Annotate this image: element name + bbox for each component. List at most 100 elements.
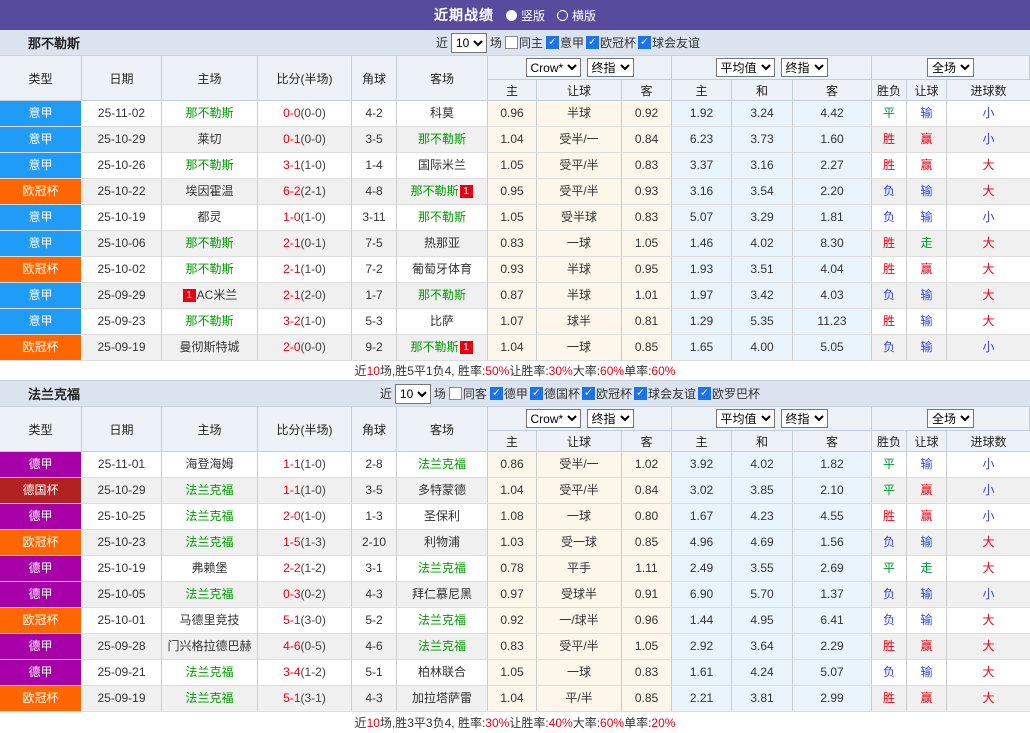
- league-filter-checkbox[interactable]: ✓ 球会友谊: [637, 34, 700, 51]
- checkbox-checked-icon[interactable]: ✓: [489, 387, 503, 400]
- bookmaker-select[interactable]: Crow*: [525, 58, 581, 77]
- same-venue-checkbox[interactable]: 同主: [504, 34, 543, 51]
- league-filter-checkbox[interactable]: ✓ 欧冠杯: [585, 34, 636, 51]
- average-select[interactable]: 平均值: [715, 58, 775, 77]
- radio-horizontal-icon[interactable]: [557, 9, 568, 21]
- checkbox-checked-icon[interactable]: ✓: [637, 36, 651, 49]
- away-team[interactable]: 法兰克福: [418, 639, 466, 653]
- home-team[interactable]: 都灵: [197, 210, 221, 224]
- away-team[interactable]: 柏林联合: [418, 665, 466, 679]
- home-team[interactable]: AC米兰: [197, 288, 238, 302]
- home-team[interactable]: 马德里竞技: [179, 613, 239, 627]
- home-team[interactable]: 海登海姆: [185, 457, 233, 471]
- average-stage-select[interactable]: 终指: [780, 58, 828, 77]
- avg-home-odds: 1.67: [672, 504, 732, 530]
- away-odds: 0.93: [622, 179, 672, 205]
- checkbox-checked-icon[interactable]: ✓: [633, 387, 647, 400]
- radio-vertical-label[interactable]: 竖版: [521, 7, 545, 24]
- period-select[interactable]: 全场: [927, 409, 974, 428]
- average-stage-select[interactable]: 终指: [780, 409, 828, 428]
- halftime-score: (1-0): [300, 314, 326, 328]
- home-odds: 1.07: [488, 309, 537, 335]
- away-team[interactable]: 那不勒斯: [418, 132, 466, 146]
- same-venue-checkbox[interactable]: 同客: [448, 385, 487, 402]
- home-team[interactable]: 那不勒斯: [185, 314, 233, 328]
- result-outcome: 负: [872, 283, 907, 309]
- home-team[interactable]: 那不勒斯: [185, 262, 233, 276]
- away-odds: 0.84: [622, 478, 672, 504]
- home-team[interactable]: 法兰克福: [185, 665, 233, 679]
- league-filter-checkbox[interactable]: ✓ 球会友谊: [633, 385, 696, 402]
- radio-vertical-icon[interactable]: [505, 9, 517, 21]
- away-team[interactable]: 葡萄牙体育: [412, 262, 472, 276]
- home-team[interactable]: 埃因霍温: [185, 184, 233, 198]
- away-team[interactable]: 法兰克福: [418, 457, 466, 471]
- away-team[interactable]: 多特蒙德: [418, 483, 466, 497]
- home-team[interactable]: 莱切: [197, 132, 221, 146]
- home-team[interactable]: 法兰克福: [185, 587, 233, 601]
- odds-stage-select[interactable]: 终指: [586, 409, 634, 428]
- league-filter-label: 德甲: [503, 387, 528, 401]
- home-team[interactable]: 曼彻斯特城: [179, 340, 239, 354]
- away-team[interactable]: 科莫: [430, 106, 454, 120]
- home-team-cell: 莱切: [162, 127, 258, 153]
- home-team[interactable]: 那不勒斯: [185, 106, 233, 120]
- home-team[interactable]: 法兰克福: [185, 535, 233, 549]
- away-team[interactable]: 那不勒斯: [410, 340, 458, 354]
- league-filter-checkbox[interactable]: ✓ 德国杯: [529, 385, 580, 402]
- period-select[interactable]: 全场: [927, 58, 974, 77]
- checkbox-unchecked-icon[interactable]: [448, 387, 462, 400]
- match-count-select[interactable]: 10: [450, 32, 487, 53]
- checkbox-checked-icon[interactable]: ✓: [697, 387, 711, 400]
- radio-horizontal-label[interactable]: 横版: [572, 7, 596, 24]
- away-team[interactable]: 比萨: [430, 314, 454, 328]
- home-team-cell: 都灵: [162, 205, 258, 231]
- league-filter-checkbox[interactable]: ✓ 欧冠杯: [581, 385, 632, 402]
- match-score: 5-1(3-1): [258, 686, 352, 712]
- away-team[interactable]: 法兰克福: [418, 561, 466, 575]
- home-team[interactable]: 法兰克福: [185, 509, 233, 523]
- checkbox-unchecked-icon[interactable]: [504, 36, 518, 49]
- checkbox-checked-icon[interactable]: ✓: [529, 387, 543, 400]
- away-team[interactable]: 加拉塔萨雷: [412, 691, 472, 705]
- away-team[interactable]: 那不勒斯: [410, 184, 458, 198]
- league-filter-checkbox[interactable]: ✓ 德甲: [489, 385, 528, 402]
- layout-option-horizontal[interactable]: 横版: [557, 7, 596, 24]
- away-team[interactable]: 利物浦: [424, 535, 460, 549]
- away-team[interactable]: 国际米兰: [418, 158, 466, 172]
- avg-away-odds: 8.30: [793, 231, 872, 257]
- league-badge: 意甲: [0, 309, 82, 335]
- home-team[interactable]: 法兰克福: [185, 483, 233, 497]
- checkbox-checked-icon[interactable]: ✓: [545, 36, 559, 49]
- home-team-cell: 那不勒斯: [162, 231, 258, 257]
- corner-score: 9-2: [352, 335, 397, 361]
- home-team[interactable]: 门兴格拉德巴赫: [167, 639, 251, 653]
- layout-option-vertical[interactable]: 竖版: [505, 7, 545, 24]
- checkbox-checked-icon[interactable]: ✓: [581, 387, 595, 400]
- odds-stage-select[interactable]: 终指: [586, 58, 634, 77]
- away-team[interactable]: 拜仁慕尼黑: [412, 587, 472, 601]
- ranking-badge: 1: [182, 289, 196, 302]
- home-team[interactable]: 那不勒斯: [185, 158, 233, 172]
- away-odds: 1.05: [622, 231, 672, 257]
- league-filter-checkbox[interactable]: ✓ 意甲: [545, 34, 584, 51]
- home-odds: 0.97: [488, 582, 537, 608]
- away-team[interactable]: 那不勒斯: [418, 288, 466, 302]
- handicap-outcome: 输: [907, 608, 947, 634]
- away-team[interactable]: 那不勒斯: [418, 210, 466, 224]
- league-filter-label: 欧冠杯: [595, 387, 632, 401]
- avg-draw-odds: 3.64: [732, 634, 793, 660]
- result-outcome: 胜: [872, 634, 907, 660]
- home-team[interactable]: 弗赖堡: [191, 561, 227, 575]
- away-team[interactable]: 圣保利: [424, 509, 460, 523]
- goals-outcome: 小: [947, 101, 1030, 127]
- home-team[interactable]: 法兰克福: [185, 691, 233, 705]
- away-team[interactable]: 热那亚: [424, 236, 460, 250]
- home-team[interactable]: 那不勒斯: [185, 236, 233, 250]
- away-team[interactable]: 法兰克福: [418, 613, 466, 627]
- checkbox-checked-icon[interactable]: ✓: [585, 36, 599, 49]
- league-filter-checkbox[interactable]: ✓ 欧罗巴杯: [697, 385, 760, 402]
- average-select[interactable]: 平均值: [715, 409, 775, 428]
- match-count-select[interactable]: 10: [394, 383, 431, 404]
- bookmaker-select[interactable]: Crow*: [525, 409, 581, 428]
